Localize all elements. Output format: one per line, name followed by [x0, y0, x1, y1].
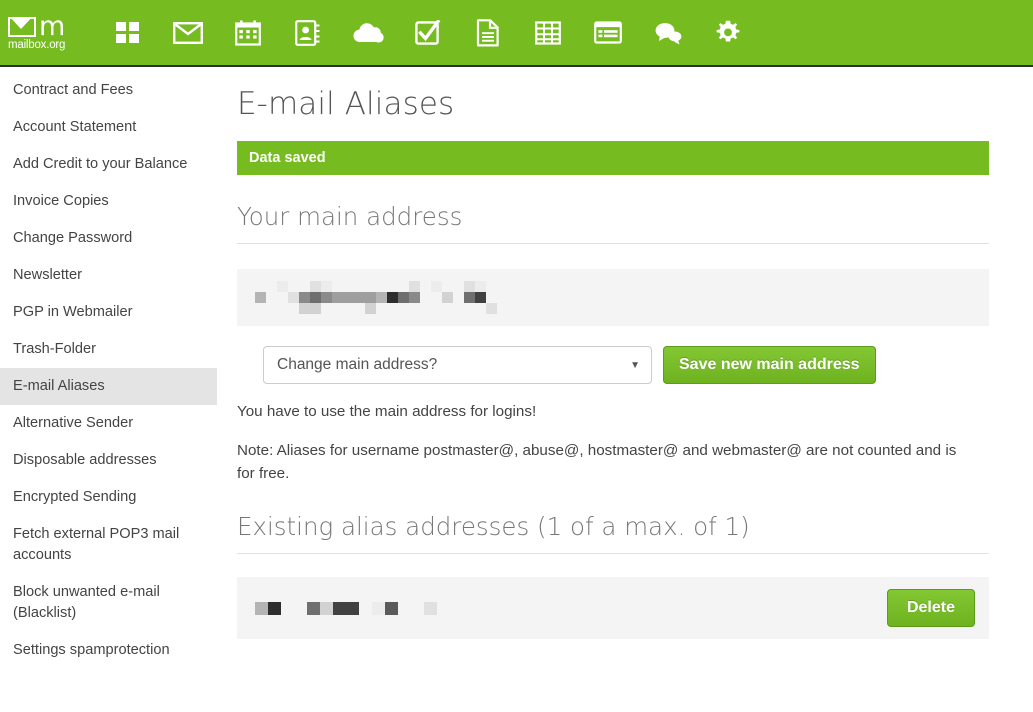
- login-note-text: You have to use the main address for log…: [237, 400, 989, 423]
- change-main-address-select[interactable]: Change main address? ▼: [263, 346, 652, 384]
- sidebar-item-alternative-sender[interactable]: Alternative Sender: [0, 405, 217, 442]
- sidebar-item-disposable-addresses[interactable]: Disposable addresses: [0, 442, 217, 479]
- sidebar-item-add-credit-to-your-balance[interactable]: Add Credit to your Balance: [0, 146, 217, 183]
- alias-row: Delete: [237, 577, 989, 639]
- alias-redacted-value: [255, 602, 437, 615]
- envelope-logo-icon: [8, 17, 36, 37]
- delete-alias-button[interactable]: Delete: [887, 589, 975, 627]
- sidebar-item-invoice-copies[interactable]: Invoice Copies: [0, 183, 217, 220]
- main-address-redacted-value: [255, 281, 541, 314]
- sidebar-item-block-unwanted-email-blacklist[interactable]: Block unwanted e-mail (Blacklist): [0, 574, 217, 632]
- sidebar-item-change-password[interactable]: Change Password: [0, 220, 217, 257]
- mailbox-org-logo[interactable]: m mailbox.org: [8, 11, 76, 51]
- main-address-controls: Change main address? ▼ Save new main add…: [237, 346, 989, 384]
- logo-glyphs: m: [8, 11, 64, 37]
- chevron-down-icon: ▼: [630, 360, 640, 371]
- sidebar-item-contract-and-fees[interactable]: Contract and Fees: [0, 72, 217, 109]
- change-main-address-select-label: Change main address?: [277, 356, 437, 374]
- document-text-icon[interactable]: [458, 10, 518, 56]
- chat-bubbles-icon[interactable]: [638, 10, 698, 56]
- address-book-icon[interactable]: [278, 10, 338, 56]
- status-banner-text: Data saved: [249, 150, 326, 166]
- logo-letter: m: [39, 17, 64, 37]
- tasks-checkbox-icon[interactable]: [398, 10, 458, 56]
- page-title: E-mail Aliases: [237, 86, 989, 122]
- save-new-main-address-button[interactable]: Save new main address: [663, 346, 876, 384]
- logo-wordmark: mailbox.org: [8, 39, 65, 51]
- sidebar-item-account-statement[interactable]: Account Statement: [0, 109, 217, 146]
- settings-sidebar: Contract and Fees Account Statement Add …: [0, 67, 217, 712]
- sidebar-item-trash-folder[interactable]: Trash-Folder: [0, 331, 217, 368]
- status-banner-data-saved: Data saved: [237, 141, 989, 175]
- section-heading-your-main-address: Your main address: [237, 202, 989, 244]
- mail-envelope-icon[interactable]: [158, 10, 218, 56]
- portal-list-icon[interactable]: [578, 10, 638, 56]
- calendar-icon[interactable]: [218, 10, 278, 56]
- sidebar-item-newsletter[interactable]: Newsletter: [0, 257, 217, 294]
- sidebar-item-encrypted-sending[interactable]: Encrypted Sending: [0, 479, 217, 516]
- top-navigation-bar: m mailbox.org: [0, 0, 1033, 67]
- sidebar-item-email-aliases[interactable]: E-mail Aliases: [0, 368, 217, 405]
- alias-note-text: Note: Aliases for username postmaster@, …: [237, 439, 967, 485]
- sidebar-item-pgp-in-webmailer[interactable]: PGP in Webmailer: [0, 294, 217, 331]
- cloud-icon[interactable]: [338, 10, 398, 56]
- apps-grid-icon[interactable]: [98, 10, 158, 56]
- sidebar-item-fetch-external-pop3-mail-accounts[interactable]: Fetch external POP3 mail accounts: [0, 516, 217, 574]
- section-heading-existing-alias-addresses: Existing alias addresses (1 of a max. of…: [237, 512, 989, 554]
- main-address-panel: [237, 269, 989, 326]
- app-icon-bar: [98, 10, 758, 56]
- main-content: E-mail Aliases Data saved Your main addr…: [237, 67, 989, 639]
- spreadsheet-grid-icon[interactable]: [518, 10, 578, 56]
- sidebar-item-settings-spamprotection[interactable]: Settings spamprotection: [0, 632, 217, 669]
- gear-settings-icon[interactable]: [698, 10, 758, 56]
